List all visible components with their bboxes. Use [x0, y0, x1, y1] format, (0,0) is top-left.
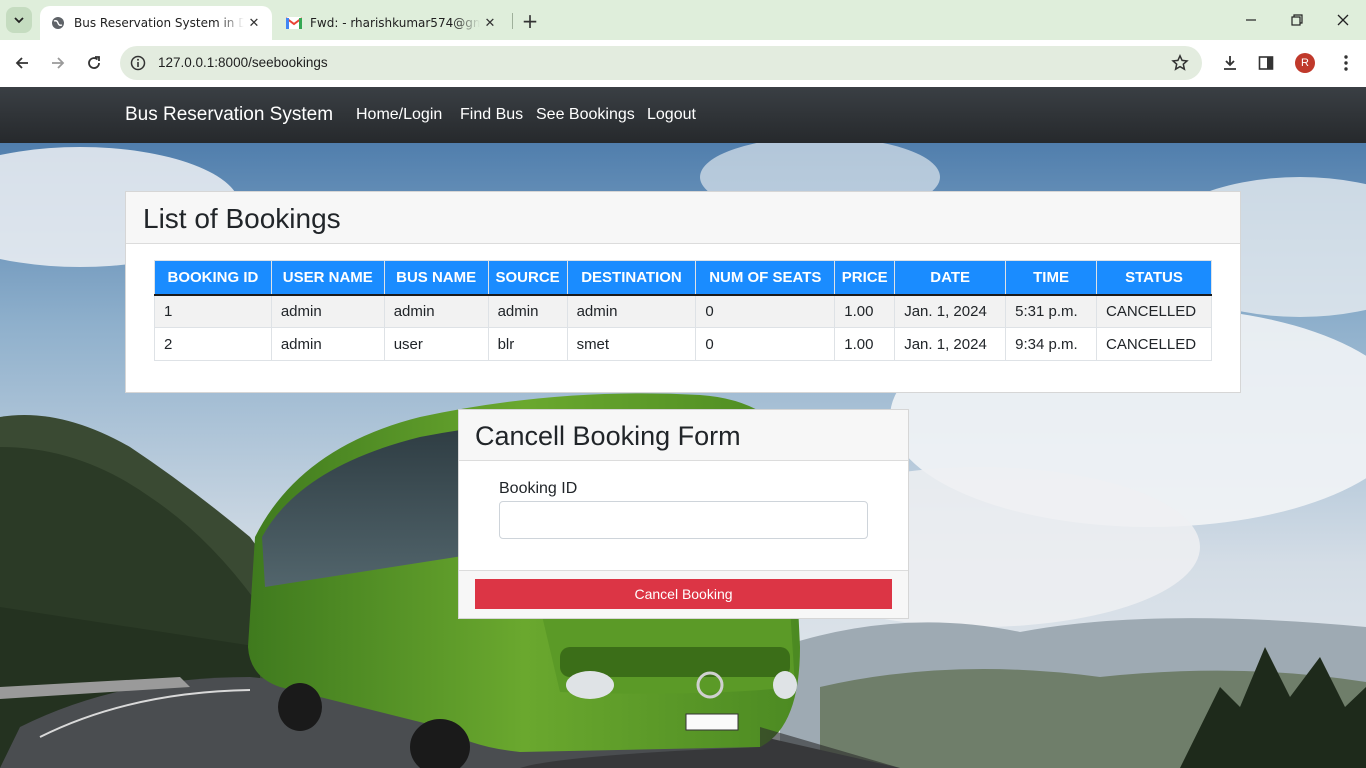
more-menu-icon[interactable]	[1334, 51, 1358, 75]
cell-time: 9:34 p.m.	[1005, 327, 1097, 361]
bookmark-star-icon[interactable]	[1168, 51, 1192, 75]
bookings-card: List of Bookings BOOKING ID USER NAME BU…	[125, 191, 1241, 393]
cell-status: CANCELLED	[1096, 294, 1212, 328]
column-header-bus-name: BUS NAME	[383, 260, 489, 296]
column-header-booking-id: BOOKING ID	[154, 260, 272, 296]
cell-price: 1.00	[834, 327, 896, 361]
cell-source: blr	[487, 327, 568, 361]
close-window-icon[interactable]	[1320, 0, 1366, 40]
close-tab-icon[interactable]: ✕	[244, 13, 264, 33]
minimize-icon[interactable]	[1228, 0, 1274, 40]
column-header-price: PRICE	[834, 260, 896, 296]
cell-date: Jan. 1, 2024	[894, 327, 1007, 361]
cancel-card-header: Cancell Booking Form	[459, 410, 908, 461]
booking-id-input[interactable]	[499, 501, 868, 539]
forward-arrow-icon[interactable]	[44, 49, 72, 77]
side-panel-icon[interactable]	[1254, 51, 1278, 75]
cell-num-of-seats: 0	[695, 294, 836, 328]
web-page: Bus Reservation System Home/Login Find B…	[0, 87, 1366, 768]
cancel-card-footer: Cancel Booking	[459, 570, 908, 618]
cell-num-of-seats: 0	[695, 327, 836, 361]
table-row: 1 admin admin admin admin 0 1.00 Jan. 1,…	[154, 294, 1212, 328]
column-header-destination: DESTINATION	[566, 260, 697, 296]
cell-user-name: admin	[270, 327, 385, 361]
close-tab-icon[interactable]: ✕	[480, 13, 500, 33]
profile-avatar[interactable]: R	[1295, 53, 1315, 73]
table-row: 2 admin user blr smet 0 1.00 Jan. 1, 202…	[154, 327, 1212, 361]
tab-title: Bus Reservation System in Djan	[74, 16, 244, 30]
bookings-table: BOOKING ID USER NAME BUS NAME SOURCE DES…	[154, 260, 1212, 361]
column-header-num-of-seats: NUM OF SEATS	[695, 260, 836, 296]
cell-bus-name: user	[383, 327, 489, 361]
column-header-date: DATE	[894, 260, 1007, 296]
bookings-title: List of Bookings	[143, 203, 341, 234]
bookings-card-header: List of Bookings	[126, 192, 1240, 244]
new-tab-plus-icon[interactable]: +	[518, 9, 542, 33]
back-arrow-icon[interactable]	[8, 49, 36, 77]
browser-tab-strip: Bus Reservation System in Djan ✕ Fwd: - …	[0, 0, 1366, 40]
site-brand[interactable]: Bus Reservation System	[125, 104, 333, 126]
gmail-icon	[286, 15, 302, 31]
globe-icon	[50, 15, 66, 31]
nav-link-logout[interactable]: Logout	[647, 106, 696, 124]
column-header-status: STATUS	[1096, 260, 1212, 296]
cell-booking-id: 1	[154, 294, 272, 328]
reload-icon[interactable]	[80, 49, 108, 77]
nav-link-see-bookings[interactable]: See Bookings	[536, 106, 635, 124]
chevron-down-icon	[14, 17, 24, 24]
tab-title: Fwd: - rharishkumar574@gmail	[310, 16, 480, 30]
cell-user-name: admin	[270, 294, 385, 328]
site-info-icon[interactable]	[128, 53, 148, 73]
tab-gmail[interactable]: Fwd: - rharishkumar574@gmail ✕	[276, 6, 508, 40]
cancel-form-title: Cancell Booking Form	[475, 421, 741, 451]
column-header-time: TIME	[1005, 260, 1097, 296]
cell-source: admin	[487, 294, 568, 328]
download-icon[interactable]	[1218, 51, 1242, 75]
cell-bus-name: admin	[383, 294, 489, 328]
url-text[interactable]: 127.0.0.1:8000/seebookings	[158, 55, 328, 70]
tab-separator	[512, 13, 513, 29]
tab-search-button[interactable]	[6, 7, 32, 33]
nav-link-home-login[interactable]: Home/Login	[356, 106, 442, 124]
table-header-row: BOOKING ID USER NAME BUS NAME SOURCE DES…	[154, 260, 1212, 296]
nav-link-find-bus[interactable]: Find Bus	[460, 106, 523, 124]
cancel-booking-card: Cancell Booking Form Booking ID Cancel B…	[458, 409, 909, 619]
cell-destination: smet	[566, 327, 697, 361]
column-header-source: SOURCE	[487, 260, 568, 296]
cell-booking-id: 2	[154, 327, 272, 361]
cell-date: Jan. 1, 2024	[894, 294, 1007, 328]
cell-price: 1.00	[834, 294, 896, 328]
cell-destination: admin	[566, 294, 697, 328]
cell-time: 5:31 p.m.	[1005, 294, 1097, 328]
tab-bus-reservation[interactable]: Bus Reservation System in Djan ✕	[40, 6, 272, 40]
booking-id-label: Booking ID	[499, 480, 578, 497]
cell-status: CANCELLED	[1096, 327, 1212, 361]
column-header-user-name: USER NAME	[270, 260, 385, 296]
cancel-booking-button[interactable]: Cancel Booking	[475, 579, 892, 609]
site-navbar: Bus Reservation System Home/Login Find B…	[0, 87, 1366, 143]
restore-icon[interactable]	[1274, 0, 1320, 40]
